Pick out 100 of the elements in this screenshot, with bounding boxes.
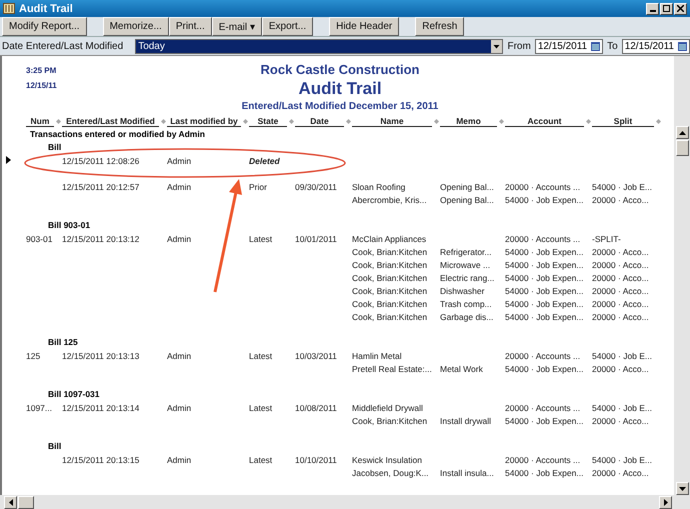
account-cell: 20000 · Accounts ... — [505, 454, 580, 464]
split-cell: 54000 · Job E... — [592, 182, 652, 192]
column-header[interactable]: Memo — [440, 116, 497, 127]
modified-by-cell: Admin — [167, 350, 192, 360]
column-header[interactable]: State — [249, 116, 287, 127]
toolbar-button[interactable]: Export... — [262, 17, 314, 36]
name-cell: Cook, Brian:Kitchen — [352, 246, 428, 256]
maximize-icon[interactable] — [663, 5, 670, 12]
split-cell: 20000 · Acco... — [592, 286, 649, 296]
state-cell: Latest — [249, 454, 272, 464]
num-cell: 903-01 — [26, 234, 52, 244]
section-heading: Transactions entered or modified by Admin — [29, 128, 206, 141]
toolbar-button[interactable]: Refresh — [415, 17, 464, 36]
account-cell: 54000 · Job Expen... — [505, 194, 584, 204]
window-title: Audit Trail — [19, 2, 73, 14]
memo-cell: Dishwasher — [440, 286, 484, 296]
column-header[interactable]: Entered/Last Modified — [62, 116, 159, 127]
report-subtitle: Entered/Last Modified December 15, 2011 — [242, 101, 438, 112]
column-header[interactable]: Date — [295, 116, 344, 127]
entered-cell: 12/15/2011 20:13:15 — [62, 454, 140, 464]
from-label: From — [507, 40, 531, 52]
from-date-field[interactable]: 12/15/2011 — [534, 38, 604, 54]
split-cell: 20000 · Acco... — [592, 416, 649, 426]
memo-cell: Install drywall — [440, 416, 492, 426]
date-filter-label: Date Entered/Last Modified — [2, 40, 124, 52]
vertical-scrollbar[interactable] — [674, 56, 690, 495]
split-cell: 20000 · Acco... — [592, 194, 649, 204]
name-cell: Cook, Brian:Kitchen — [352, 312, 428, 322]
name-cell: Cook, Brian:Kitchen — [352, 286, 428, 296]
scroll-thumb[interactable] — [676, 140, 688, 156]
memo-cell: Opening Bal... — [440, 182, 494, 192]
column-header[interactable]: Last modified by — [167, 116, 241, 127]
close-icon[interactable] — [677, 5, 684, 12]
date-cell: 09/30/2011 — [295, 182, 337, 192]
entered-cell: 12/15/2011 20:13:13 — [62, 350, 140, 360]
account-cell: 20000 · Accounts ... — [505, 182, 580, 192]
split-cell: 20000 · Acco... — [592, 364, 649, 374]
horizontal-scrollbar[interactable] — [0, 495, 690, 509]
split-cell: -SPLIT- — [592, 234, 621, 244]
scroll-up-icon[interactable] — [676, 126, 688, 139]
column-header[interactable]: Name — [352, 116, 432, 127]
column-header[interactable]: Split — [592, 116, 654, 127]
maximize-button[interactable] — [660, 2, 673, 14]
toolbar-button[interactable]: Hide Header — [329, 17, 400, 36]
memo-cell: Refrigerator... — [440, 246, 492, 256]
num-cell: 1097... — [26, 402, 52, 412]
state-cell: Latest — [249, 234, 272, 244]
date-range-dropdown[interactable]: Today — [135, 38, 504, 54]
close-button[interactable] — [674, 2, 687, 14]
name-cell: Sloan Roofing — [352, 182, 406, 192]
state-cell: Prior — [249, 182, 267, 192]
transaction-heading: Bill 903-01 — [47, 219, 92, 232]
name-cell: Hamlin Metal — [352, 350, 402, 360]
account-cell: 54000 · Job Expen... — [505, 298, 584, 308]
calendar-icon[interactable] — [678, 42, 687, 50]
account-cell: 20000 · Accounts ... — [505, 234, 580, 244]
scroll-right-icon[interactable] — [659, 496, 672, 508]
date-cell: 10/01/2011 — [295, 234, 337, 244]
column-header[interactable]: Account — [505, 116, 584, 127]
account-cell: 54000 · Job Expen... — [505, 364, 584, 374]
report-date: 12/15/11 — [26, 81, 58, 90]
name-cell: Keswick Insulation — [352, 454, 422, 464]
entered-cell: 12/15/2011 20:13:12 — [62, 234, 140, 244]
modified-by-cell: Admin — [167, 182, 192, 192]
date-cell: 10/08/2011 — [295, 402, 337, 412]
to-date-field[interactable]: 12/15/2011 — [622, 38, 690, 54]
modified-by-cell: Admin — [167, 234, 192, 244]
entered-cell: 12/15/2011 12:08:26 — [62, 156, 140, 166]
account-cell: 20000 · Accounts ... — [505, 350, 580, 360]
toolbar-button[interactable]: E-mail ▾ — [212, 17, 262, 36]
calendar-icon[interactable] — [591, 42, 600, 50]
entered-cell: 12/15/2011 20:13:14 — [62, 402, 140, 412]
name-cell: Cook, Brian:Kitchen — [352, 416, 428, 426]
memo-cell: Install insula... — [440, 468, 494, 478]
memo-cell: Electric rang... — [440, 272, 494, 282]
split-cell: 20000 · Acco... — [592, 312, 649, 322]
account-cell: 54000 · Job Expen... — [505, 272, 584, 282]
company-name: Rock Castle Construction — [260, 62, 420, 77]
account-cell: 54000 · Job Expen... — [505, 260, 584, 270]
scroll-left-icon[interactable] — [4, 496, 17, 508]
split-cell: 54000 · Job E... — [592, 402, 652, 412]
transaction-heading: Bill 125 — [47, 336, 79, 349]
name-cell: McClain Appliances — [352, 234, 426, 244]
state-cell: Latest — [249, 350, 272, 360]
toolbar-button[interactable]: Memorize... — [102, 17, 169, 36]
account-cell: 54000 · Job Expen... — [505, 416, 584, 426]
split-cell: 20000 · Acco... — [592, 468, 649, 478]
toolbar-button[interactable]: Print... — [168, 17, 212, 36]
toolbar-button[interactable]: Modify Report... — [2, 17, 87, 36]
scroll-down-icon[interactable] — [676, 482, 688, 495]
column-header[interactable]: Num — [26, 116, 54, 127]
account-cell: 54000 · Job Expen... — [505, 286, 584, 296]
transaction-heading: Bill 1097-031 — [47, 388, 101, 401]
account-cell: 54000 · Job Expen... — [505, 312, 584, 322]
scroll-thumb[interactable] — [18, 496, 34, 508]
split-cell: 20000 · Acco... — [592, 298, 649, 308]
modified-by-cell: Admin — [167, 454, 192, 464]
name-cell: Pretell Real Estate:... — [352, 364, 432, 374]
date-cell: 10/10/2011 — [295, 454, 337, 464]
minimize-button[interactable] — [646, 2, 659, 14]
